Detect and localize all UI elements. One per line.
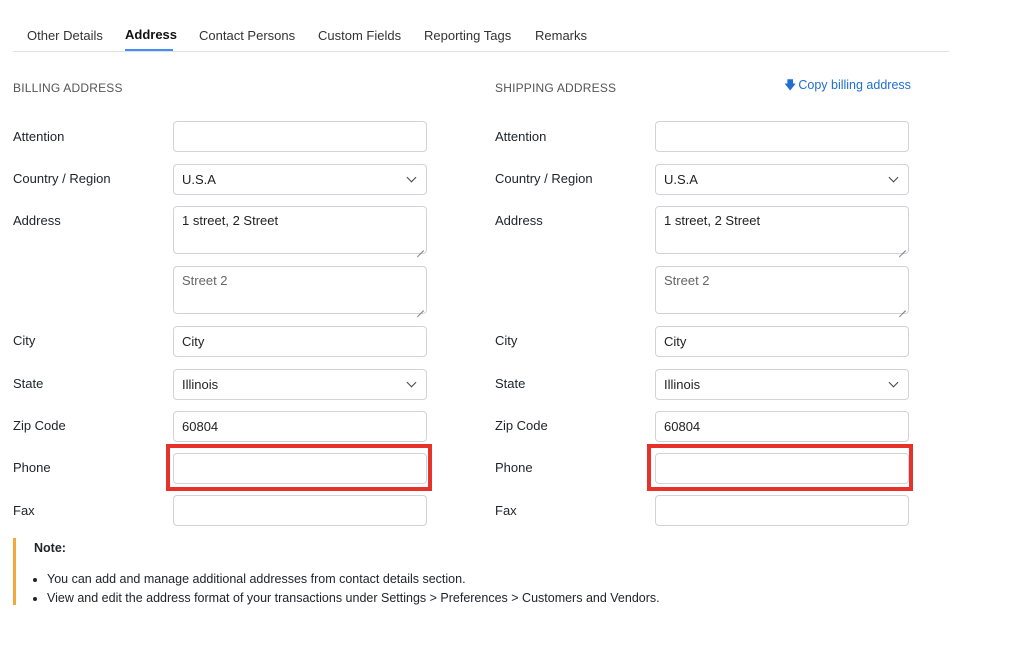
tab-remarks[interactable]: Remarks [535, 28, 587, 43]
resize-handle-icon[interactable] [416, 303, 424, 311]
billing-city-label: City [13, 333, 36, 348]
shipping-fax-input[interactable] [655, 495, 909, 526]
tab-reporting-tags[interactable]: Reporting Tags [424, 28, 511, 43]
shipping-address-title: SHIPPING ADDRESS [495, 81, 617, 95]
billing-street2-placeholder: Street 2 [182, 273, 228, 288]
shipping-street2-placeholder: Street 2 [664, 273, 710, 288]
chevron-down-icon [406, 377, 417, 388]
shipping-fax-label: Fax [495, 503, 517, 518]
shipping-country-value: U.S.A [664, 172, 698, 187]
billing-phone-highlight [166, 444, 432, 491]
shipping-zip-label: Zip Code [495, 418, 548, 433]
billing-country-label: Country / Region [13, 171, 111, 186]
shipping-street1-textarea[interactable]: 1 street, 2 Street [655, 206, 909, 254]
chevron-down-icon [406, 172, 417, 183]
billing-state-select[interactable]: Illinois [173, 369, 427, 400]
shipping-country-label: Country / Region [495, 171, 593, 186]
note-title: Note: [34, 541, 66, 555]
billing-street1-value: 1 street, 2 Street [182, 213, 279, 228]
tab-bar: Other Details Address Contact Persons Cu… [13, 18, 949, 52]
billing-country-value: U.S.A [182, 172, 216, 187]
billing-address-label: Address [13, 213, 61, 228]
shipping-zip-input[interactable] [655, 411, 909, 442]
chevron-down-icon [888, 172, 899, 183]
shipping-attention-input[interactable] [655, 121, 909, 152]
shipping-state-select[interactable]: Illinois [655, 369, 909, 400]
shipping-phone-label: Phone [495, 460, 533, 475]
chevron-down-icon [888, 377, 899, 388]
billing-state-label: State [13, 376, 44, 391]
note-item: View and edit the address format of your… [47, 589, 660, 608]
note-item: You can add and manage additional addres… [47, 570, 660, 589]
resize-handle-icon[interactable] [898, 243, 906, 251]
shipping-attention-label: Attention [495, 129, 547, 144]
shipping-address-label: Address [495, 213, 543, 228]
copy-billing-address-link[interactable]: 🡇 Copy billing address [784, 76, 911, 97]
billing-phone-label: Phone [13, 460, 51, 475]
shipping-state-value: Illinois [664, 377, 701, 392]
shipping-street2-textarea[interactable]: Street 2 [655, 266, 909, 314]
billing-state-value: Illinois [182, 377, 219, 392]
tab-custom-fields[interactable]: Custom Fields [318, 28, 401, 43]
download-arrow-icon: 🡇 [784, 78, 797, 92]
note-list: You can add and manage additional addres… [47, 570, 660, 608]
billing-address-title: BILLING ADDRESS [13, 81, 123, 95]
resize-handle-icon[interactable] [416, 243, 424, 251]
billing-zip-input[interactable] [173, 411, 427, 442]
shipping-city-input[interactable] [655, 326, 909, 357]
billing-fax-label: Fax [13, 503, 35, 518]
shipping-state-label: State [495, 376, 526, 391]
active-tab-indicator [125, 49, 173, 51]
shipping-street1-value: 1 street, 2 Street [664, 213, 761, 228]
tab-address[interactable]: Address [125, 27, 177, 42]
billing-street2-textarea[interactable]: Street 2 [173, 266, 427, 314]
shipping-city-label: City [495, 333, 518, 348]
shipping-phone-highlight [647, 444, 913, 491]
shipping-country-select[interactable]: U.S.A [655, 164, 909, 195]
billing-street1-textarea[interactable]: 1 street, 2 Street [173, 206, 427, 254]
resize-handle-icon[interactable] [898, 303, 906, 311]
billing-zip-label: Zip Code [13, 418, 66, 433]
address-note: Note: You can add and manage additional … [13, 538, 713, 605]
billing-country-select[interactable]: U.S.A [173, 164, 427, 195]
billing-attention-label: Attention [13, 129, 65, 144]
billing-fax-input[interactable] [173, 495, 427, 526]
billing-attention-input[interactable] [173, 121, 427, 152]
billing-city-input[interactable] [173, 326, 427, 357]
tab-contact-persons[interactable]: Contact Persons [199, 28, 295, 43]
copy-billing-address-label: Copy billing address [798, 78, 911, 92]
tab-other-details[interactable]: Other Details [27, 28, 103, 43]
